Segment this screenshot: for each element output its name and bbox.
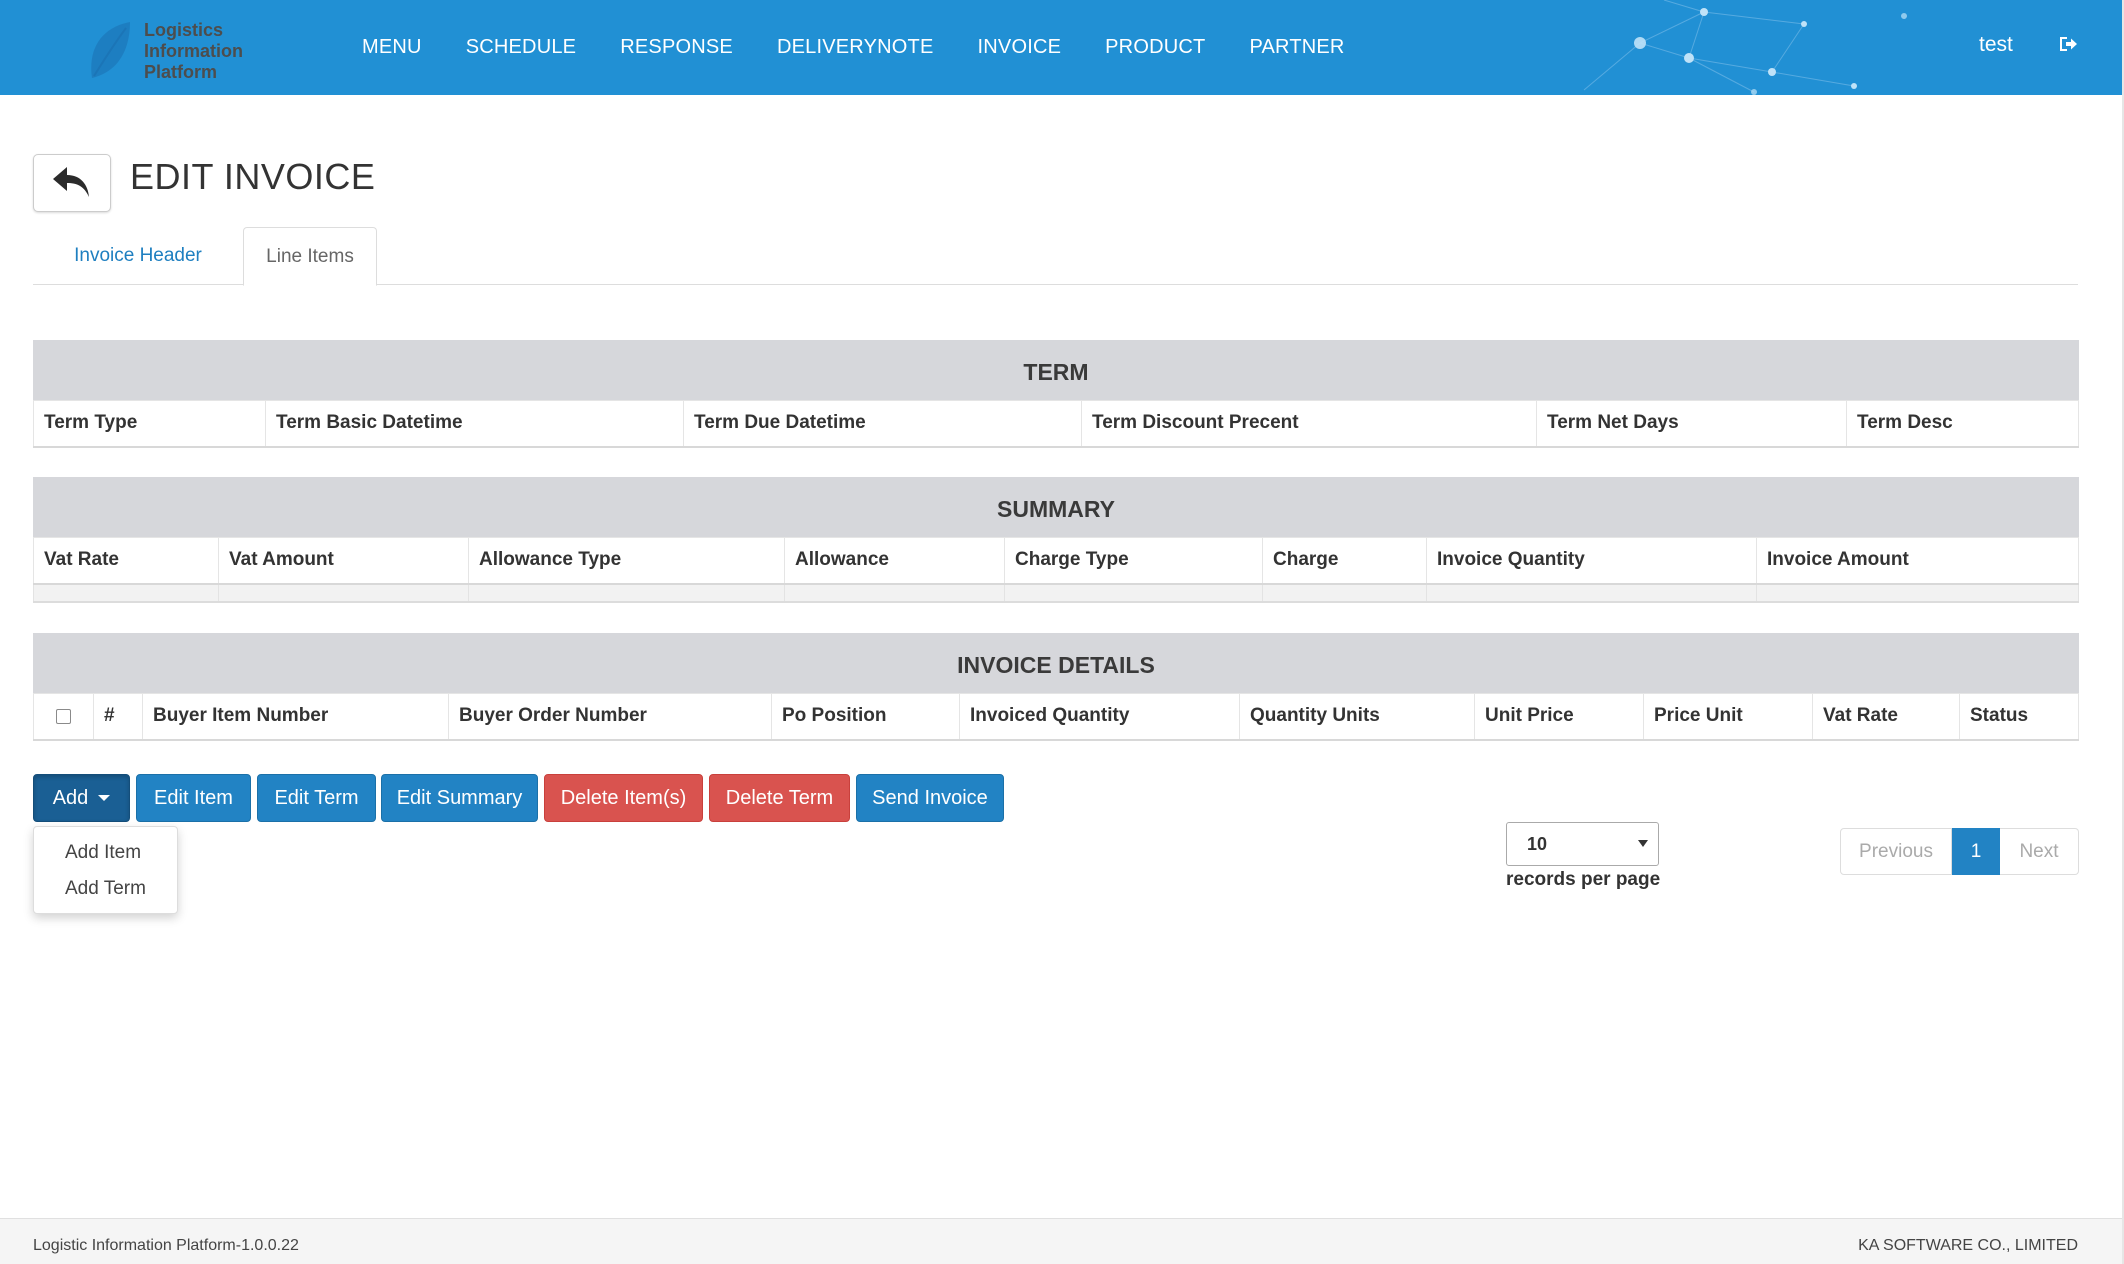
top-navbar: Logistics Information Platform MENU SCHE… [0, 0, 2124, 95]
invoice-tabs: Invoice Header Line Items [33, 227, 2078, 286]
table-cell [1426, 583, 1757, 603]
invoice-details-table: INVOICE DETAILS # Buyer Item Number Buye… [33, 633, 2079, 741]
back-arrow-icon [53, 167, 89, 197]
table-cell [218, 583, 469, 603]
delete-term-button[interactable]: Delete Term [709, 774, 850, 822]
brand-logo[interactable]: Logistics Information Platform [86, 16, 276, 86]
term-table-caption: TERM [33, 340, 2079, 400]
nav-item-schedule[interactable]: SCHEDULE [444, 36, 599, 59]
footer-version: Logistic Information Platform-1.0.0.22 [33, 1237, 299, 1254]
caret-down-icon [98, 795, 111, 801]
nav-item-deliverynote[interactable]: DELIVERYNOTE [755, 36, 956, 59]
add-dropdown-menu: Add Item Add Term [33, 826, 178, 914]
tab-line-items[interactable]: Line Items [243, 227, 377, 286]
column-header[interactable]: Charge [1262, 537, 1427, 585]
column-header[interactable]: Term Type [33, 400, 266, 448]
footer: Logistic Information Platform-1.0.0.22 K… [0, 1218, 2124, 1264]
tab-invoice-header[interactable]: Invoice Header [33, 227, 243, 285]
column-header[interactable]: Term Desc [1846, 400, 2079, 448]
menu-item-add-term[interactable]: Add Term [65, 878, 146, 900]
summary-table: SUMMARY Vat Rate Vat Amount Allowance Ty… [33, 477, 2079, 603]
add-dropdown-button[interactable]: Add [33, 774, 130, 822]
network-background-graphic [1583, 0, 1907, 95]
summary-header-row: Vat Rate Vat Amount Allowance Type Allow… [33, 537, 2079, 585]
table-cell [33, 583, 219, 603]
next-page-button[interactable]: Next [2000, 828, 2079, 875]
edit-summary-button[interactable]: Edit Summary [381, 774, 538, 822]
send-invoice-button[interactable]: Send Invoice [856, 774, 1004, 822]
column-header[interactable]: Vat Rate [1812, 693, 1960, 741]
select-all-checkbox[interactable] [56, 708, 71, 724]
column-header[interactable]: Quantity Units [1239, 693, 1475, 741]
leaf-logo-icon [91, 22, 130, 78]
summary-empty-row [33, 583, 2079, 603]
table-cell [468, 583, 785, 603]
page-title: EDIT INVOICE [130, 156, 376, 197]
back-button[interactable] [33, 154, 111, 212]
delete-items-button[interactable]: Delete Item(s) [544, 774, 703, 822]
column-header[interactable]: Status [1959, 693, 2079, 741]
main-nav: MENU SCHEDULE RESPONSE DELIVERYNOTE INVO… [340, 0, 1367, 95]
table-cell [784, 583, 1005, 603]
edit-item-button[interactable]: Edit Item [136, 774, 251, 822]
column-header[interactable]: # [93, 693, 143, 741]
edit-term-button[interactable]: Edit Term [257, 774, 376, 822]
summary-table-caption: SUMMARY [33, 477, 2079, 537]
column-header[interactable]: Allowance [784, 537, 1005, 585]
nav-item-response[interactable]: RESPONSE [598, 36, 755, 59]
logout-icon[interactable] [2058, 34, 2078, 54]
column-header[interactable]: Invoice Amount [1756, 537, 2079, 585]
nav-item-partner[interactable]: PARTNER [1227, 36, 1366, 59]
table-cell [1756, 583, 2079, 603]
brand-name: Logistics Information Platform [144, 20, 243, 83]
page-size-value: 10 [1527, 834, 1548, 854]
column-header[interactable]: Term Discount Precent [1081, 400, 1537, 448]
brand-line-3: Platform [144, 62, 218, 82]
column-header[interactable]: Buyer Item Number [142, 693, 449, 741]
column-header[interactable]: Po Position [771, 693, 960, 741]
column-header[interactable]: Term Net Days [1536, 400, 1847, 448]
nav-item-invoice[interactable]: INVOICE [956, 36, 1084, 59]
column-header[interactable]: Buyer Order Number [448, 693, 772, 741]
column-header[interactable]: Allowance Type [468, 537, 785, 585]
term-table: TERM Term Type Term Basic Datetime Term … [33, 340, 2079, 448]
column-header[interactable]: Term Due Datetime [683, 400, 1082, 448]
table-cell [1262, 583, 1427, 603]
column-header[interactable]: Invoice Quantity [1426, 537, 1757, 585]
column-header[interactable]: Charge Type [1004, 537, 1263, 585]
page-size-select[interactable]: 10 [1506, 822, 1659, 866]
nav-item-product[interactable]: PRODUCT [1083, 36, 1227, 59]
user-name[interactable]: test [1979, 33, 2013, 57]
column-header[interactable]: Vat Amount [218, 537, 469, 585]
footer-company: KA SOFTWARE CO., LIMITED [1858, 1237, 2078, 1254]
column-header[interactable]: Vat Rate [33, 537, 219, 585]
add-button-label: Add [52, 786, 89, 809]
menu-item-add-item[interactable]: Add Item [65, 842, 141, 864]
dropdown-arrow-icon [1638, 840, 1648, 847]
brand-line-1: Logistics [144, 20, 224, 40]
column-header[interactable]: Unit Price [1474, 693, 1644, 741]
column-header[interactable]: Term Basic Datetime [265, 400, 684, 448]
page-number-button[interactable]: 1 [1952, 828, 2000, 875]
nav-item-menu[interactable]: MENU [340, 36, 444, 59]
column-header[interactable]: Price Unit [1643, 693, 1813, 741]
records-per-page-label: records per page [1506, 869, 1661, 890]
details-header-row: # Buyer Item Number Buyer Order Number P… [33, 693, 2079, 741]
table-cell [1004, 583, 1263, 603]
previous-page-button[interactable]: Previous [1840, 828, 1952, 875]
select-all-checkbox-cell [33, 693, 94, 741]
brand-line-2: Information [144, 41, 243, 61]
column-header[interactable]: Invoiced Quantity [959, 693, 1240, 741]
term-header-row: Term Type Term Basic Datetime Term Due D… [33, 400, 2079, 448]
pagination: Previous 1 Next [1840, 828, 2079, 875]
invoice-details-caption: INVOICE DETAILS [33, 633, 2079, 693]
